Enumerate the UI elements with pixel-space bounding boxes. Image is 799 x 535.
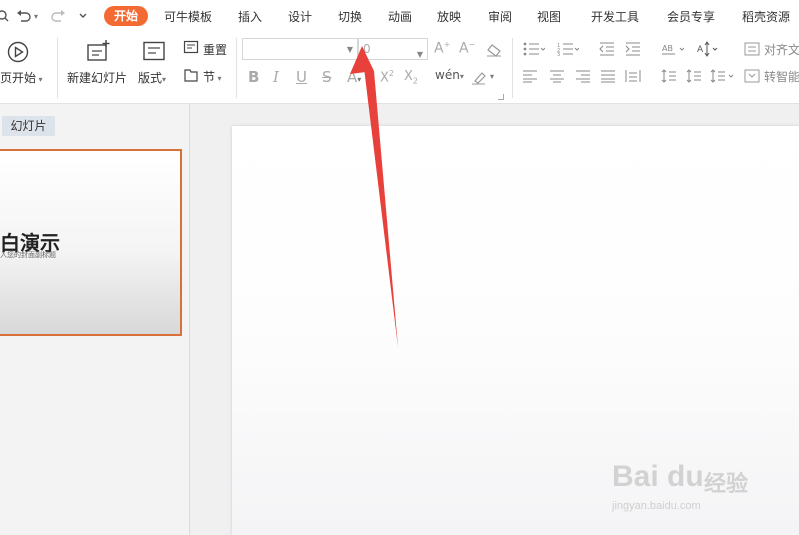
quick-access-dropdown-icon[interactable]: [78, 6, 88, 26]
convert-smart-button[interactable]: 转智能: [764, 68, 799, 85]
justify-icon[interactable]: [600, 68, 616, 84]
ribbon-divider: [512, 38, 513, 98]
subscript-icon[interactable]: X2: [404, 69, 418, 86]
reset-icon[interactable]: [183, 40, 199, 56]
font-color-icon[interactable]: A▾: [347, 68, 361, 86]
watermark-logo: Bai du: [612, 460, 704, 493]
clear-format-icon[interactable]: [486, 42, 502, 58]
reset-button[interactable]: 重置: [203, 41, 227, 58]
undo-icon[interactable]: ▾: [16, 6, 38, 26]
tab-transitions[interactable]: 切换: [338, 7, 362, 27]
svg-text:A: A: [697, 45, 704, 55]
italic-icon[interactable]: I: [273, 68, 279, 86]
increase-indent-icon[interactable]: [624, 41, 642, 57]
redo-icon[interactable]: [50, 6, 66, 26]
align-text-icon[interactable]: [744, 41, 760, 57]
search-icon[interactable]: [0, 6, 10, 26]
underline-icon[interactable]: U: [296, 68, 307, 86]
tab-insert[interactable]: 插入: [238, 7, 262, 27]
text-direction-icon[interactable]: AB: [660, 41, 688, 57]
tab-design[interactable]: 设计: [288, 7, 312, 27]
decrease-font-size-icon[interactable]: A−: [459, 40, 475, 57]
superscript-icon[interactable]: X2: [380, 69, 394, 85]
new-slide-icon[interactable]: [84, 38, 112, 64]
strikethrough-icon[interactable]: S: [322, 68, 332, 86]
slide-thumbnail[interactable]: 白演示 入您的封面副标题: [0, 149, 182, 336]
font-size-select[interactable]: 0 ▼: [358, 38, 428, 60]
layout-icon[interactable]: [142, 40, 166, 62]
section-icon[interactable]: [183, 67, 199, 83]
section-button[interactable]: 节 ▾: [203, 68, 222, 85]
align-left-icon[interactable]: [522, 68, 538, 84]
chevron-down-icon: ▼: [346, 45, 353, 54]
tab-review[interactable]: 审阅: [488, 7, 512, 27]
play-from-start-button[interactable]: 页开始 ▾: [0, 69, 43, 86]
bold-icon[interactable]: B: [248, 68, 259, 86]
tab-slideshow[interactable]: 放映: [437, 7, 461, 27]
baidu-jingyan-watermark: Bai du 经验 jingyan.baidu.com: [612, 452, 792, 522]
tab-view[interactable]: 视图: [537, 7, 561, 27]
tab-slides[interactable]: 幻灯片: [2, 116, 55, 136]
font-name-select[interactable]: ▼: [242, 38, 358, 60]
align-right-icon[interactable]: [575, 68, 591, 84]
svg-text:AB: AB: [662, 44, 673, 53]
align-center-icon[interactable]: [549, 68, 565, 84]
menu-bar: ▾ 开始 可牛模板 插入 设计 切换 动画 放映 审阅 视图 开发工具 会员专享…: [0, 0, 799, 32]
layout-button[interactable]: 版式▾: [138, 69, 166, 86]
tab-templates[interactable]: 可牛模板: [164, 7, 212, 27]
font-size-value: 0: [363, 42, 371, 56]
new-slide-button[interactable]: 新建幻灯片: [67, 69, 127, 86]
line-spacing-icon[interactable]: A: [696, 40, 722, 58]
column-spacing-icon[interactable]: [710, 68, 736, 84]
tab-developer[interactable]: 开发工具: [591, 7, 639, 27]
font-dialog-launcher-icon[interactable]: [498, 94, 504, 100]
ribbon-divider: [236, 38, 237, 98]
increase-font-size-icon[interactable]: A+: [434, 40, 450, 57]
align-text-button[interactable]: 对齐文: [764, 41, 799, 58]
bullets-icon[interactable]: [522, 41, 546, 57]
tab-docer[interactable]: 稻壳资源: [742, 7, 790, 27]
numbering-icon[interactable]: 123: [556, 41, 580, 57]
paragraph-spacing-icon[interactable]: [661, 68, 677, 84]
decrease-indent-icon[interactable]: [598, 41, 616, 57]
watermark-brand: 经验: [704, 472, 749, 497]
thumbnail-subtitle: 入您的封面副标题: [0, 251, 56, 259]
line-spacing-alt-icon[interactable]: [686, 68, 702, 84]
tab-home[interactable]: 开始: [104, 6, 149, 26]
highlight-icon[interactable]: [470, 70, 490, 86]
slide-thumbnail-pane: 幻灯片 白演示 入您的封面副标题: [0, 104, 190, 535]
ribbon: 页开始 ▾ 新建幻灯片 版式▾ 重置 节 ▾ ▼ 0 ▼ A+ A− B I U…: [0, 32, 799, 104]
play-from-start-icon[interactable]: [6, 40, 30, 64]
smart-art-icon[interactable]: [744, 68, 760, 84]
highlight-dropdown-icon[interactable]: ▾: [490, 72, 494, 81]
phonetic-guide-icon[interactable]: wén▾: [435, 68, 464, 82]
chevron-down-icon: ▼: [416, 50, 423, 59]
tab-animation[interactable]: 动画: [388, 7, 412, 27]
ribbon-divider: [57, 38, 58, 98]
svg-text:3: 3: [557, 52, 560, 56]
watermark-url: jingyan.baidu.com: [612, 500, 701, 512]
tab-member[interactable]: 会员专享: [667, 7, 715, 27]
distributed-align-icon[interactable]: [625, 68, 641, 84]
